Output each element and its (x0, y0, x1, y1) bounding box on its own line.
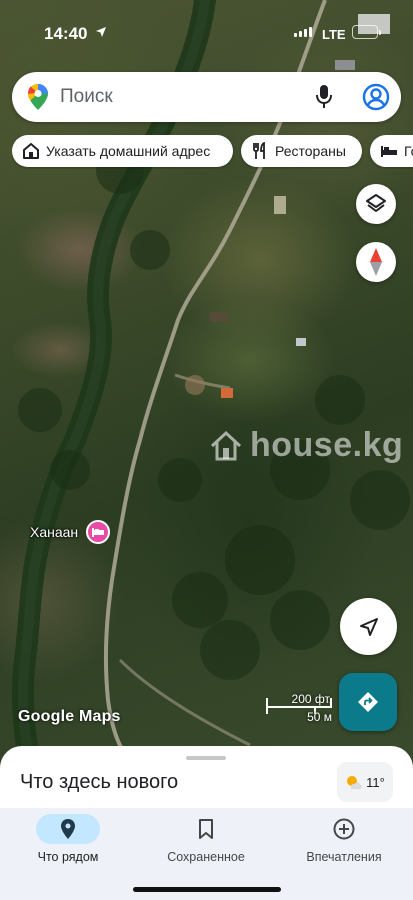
google-maps-pin-icon (28, 84, 48, 110)
map-scale: 200 фт. 50 м (266, 692, 334, 724)
scale-bar (266, 706, 332, 708)
network-type: LTE (322, 27, 346, 42)
compass-button[interactable] (356, 242, 396, 282)
restaurant-icon (253, 142, 265, 159)
scale-tick (330, 698, 332, 706)
navigation-arrow-icon (359, 617, 378, 636)
directions-button[interactable] (339, 673, 397, 731)
nav-label: Что рядом (37, 850, 99, 864)
google-maps-logo: Google Maps (18, 708, 121, 725)
bookmark-icon (199, 819, 213, 839)
layers-button[interactable] (356, 184, 396, 224)
scale-imperial: 200 фт. (291, 692, 332, 706)
nav-saved-indicator (174, 814, 238, 844)
home-indicator[interactable] (133, 887, 281, 892)
place-name: Ханаан (30, 524, 79, 540)
nav-saved[interactable]: Сохраненное (146, 814, 266, 864)
chip-home-address[interactable]: Указать домашний адрес (12, 135, 233, 167)
nav-contribute[interactable]: Впечатления (284, 814, 404, 864)
directions-icon (358, 692, 378, 712)
chip-label: Рестораны (275, 143, 346, 159)
battery-icon (352, 25, 378, 39)
add-circle-icon (333, 818, 355, 840)
hotel-pin-icon[interactable] (86, 520, 111, 544)
layers-icon (366, 194, 386, 212)
status-bar: 14:40 LTE (0, 0, 413, 50)
partly-cloudy-icon (347, 776, 362, 789)
battery-cap (379, 30, 381, 35)
account-icon[interactable] (362, 83, 390, 111)
nav-explore-indicator (36, 814, 100, 844)
category-chips: Указать домашний адрес Рестораны Го (12, 135, 413, 169)
drag-handle[interactable] (186, 756, 226, 760)
location-pin-icon (61, 819, 75, 839)
bed-icon (92, 528, 105, 537)
search-input[interactable] (60, 81, 310, 113)
nav-explore[interactable]: Что рядом (8, 814, 128, 864)
chip-label: Го (404, 143, 413, 159)
location-arrow-icon (96, 27, 106, 37)
scale-metric: 50 м (307, 710, 332, 724)
sheet-title: Что здесь нового (20, 771, 179, 793)
house-watermark-icon (210, 430, 242, 460)
status-time: 14:40 (44, 24, 88, 43)
nav-label: Сохраненное (167, 850, 245, 864)
nav-contribute-indicator (312, 814, 376, 844)
chip-hotels[interactable]: Го (370, 135, 413, 167)
place-marker[interactable]: Ханаан (30, 520, 111, 544)
watermark: house.kg (208, 426, 403, 465)
chip-label: Указать домашний адрес (46, 143, 211, 159)
chip-restaurants[interactable]: Рестораны (241, 135, 362, 167)
search-bar[interactable] (12, 72, 401, 122)
weather-temp: 11° (366, 774, 385, 790)
weather-chip[interactable]: 11° (337, 762, 393, 802)
hotel-icon (381, 146, 397, 157)
mic-icon[interactable] (316, 85, 332, 109)
nav-label: Впечатления (306, 850, 382, 864)
my-location-button[interactable] (340, 598, 397, 655)
watermark-text: house.kg (250, 426, 404, 464)
signal-icon (294, 27, 312, 37)
compass-icon (370, 248, 382, 276)
home-icon (23, 143, 39, 159)
